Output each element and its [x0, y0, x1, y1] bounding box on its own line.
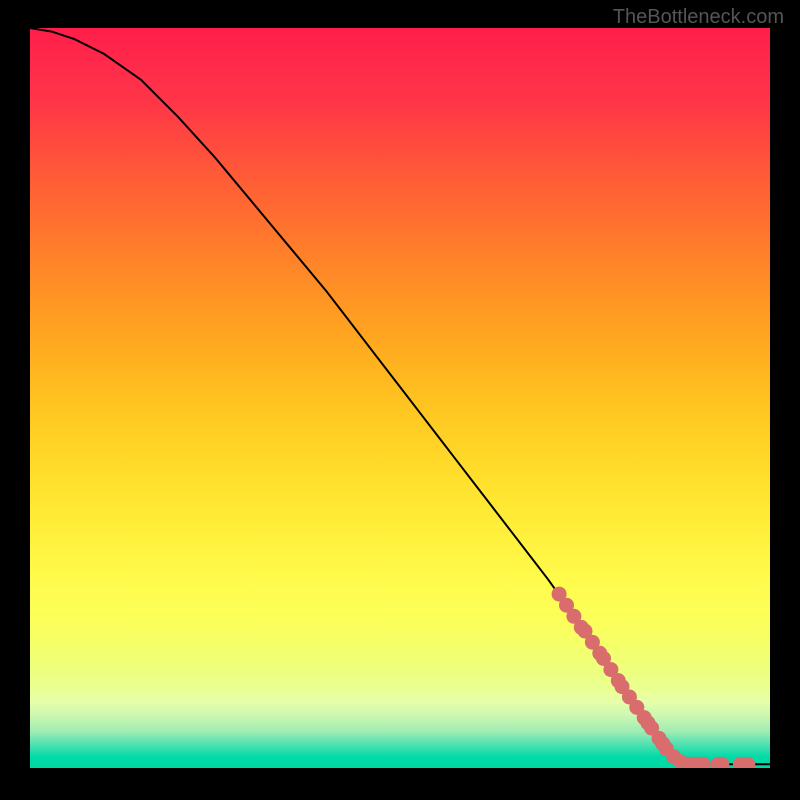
chart-svg [30, 28, 770, 768]
highlight-points [552, 587, 756, 768]
curve-path [30, 28, 770, 764]
watermark-label: TheBottleneck.com [613, 6, 784, 29]
curve-line [30, 28, 770, 764]
chart-container: TheBottleneck.com [0, 0, 800, 800]
